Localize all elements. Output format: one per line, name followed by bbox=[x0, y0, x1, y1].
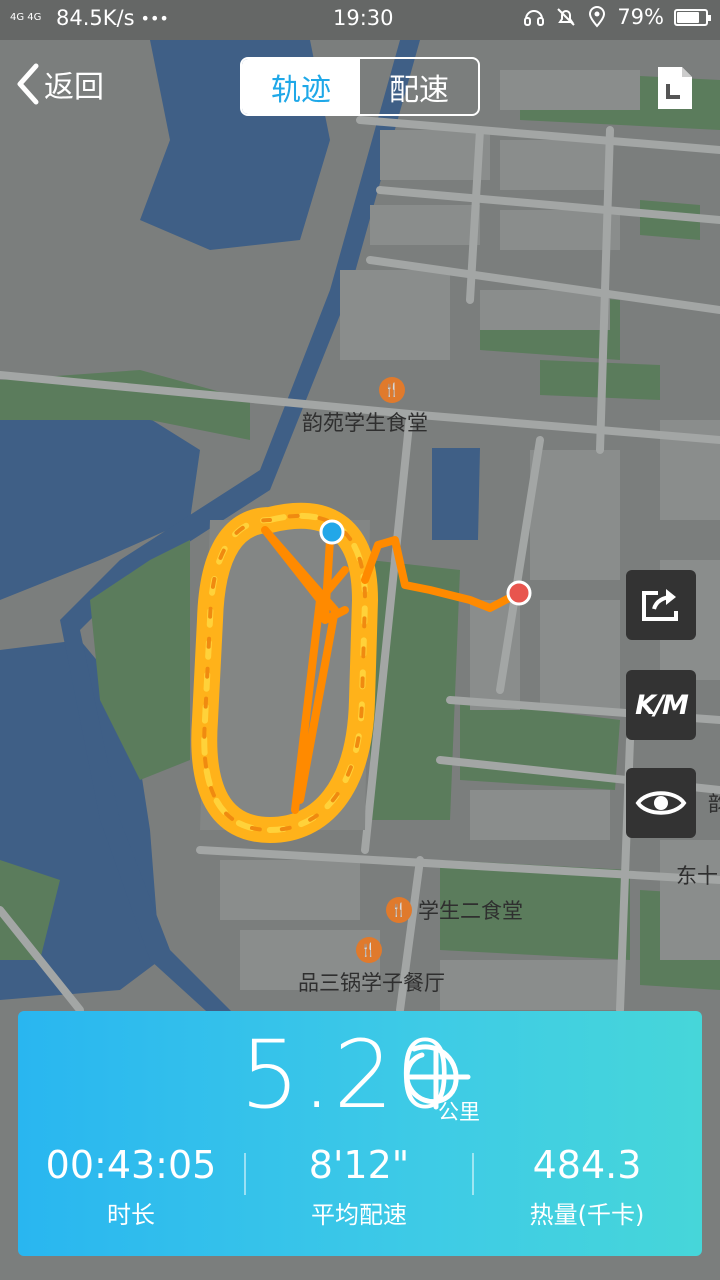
record-list-icon[interactable] bbox=[654, 64, 696, 116]
route-end-marker bbox=[506, 580, 532, 606]
poi-label: 韵苑学生食堂 bbox=[302, 411, 428, 435]
poi-label: 品三锅学子餐厅 bbox=[298, 971, 445, 995]
headset-icon bbox=[524, 10, 545, 26]
restaurant-icon: 🍴 bbox=[386, 897, 412, 923]
clock: 19:30 bbox=[333, 6, 394, 30]
calories-label: 热量(千卡) bbox=[529, 1200, 645, 1229]
network-indicator: 4G 4G bbox=[10, 12, 42, 23]
map-edge-label: 韵 bbox=[708, 792, 720, 816]
distance-unit: 公里 bbox=[438, 1100, 480, 1124]
poi-pinsanguo-restaurant[interactable]: 🍴 品三锅学子餐厅 bbox=[298, 937, 445, 997]
duration-value: 00:43:05 bbox=[45, 1143, 217, 1187]
location-icon bbox=[589, 6, 606, 28]
poi-yunyuan-canteen[interactable]: 🍴 韵苑学生食堂 bbox=[302, 377, 428, 437]
back-button[interactable]: 返回 bbox=[14, 62, 104, 106]
avg-pace-label: 平均配速 bbox=[311, 1200, 407, 1229]
back-label: 返回 bbox=[44, 70, 104, 105]
chevron-left-icon bbox=[17, 63, 39, 105]
network-speed: 84.5K/s bbox=[56, 6, 135, 30]
eye-icon bbox=[635, 791, 687, 815]
route-start-marker bbox=[319, 519, 345, 545]
unit-label: K/M bbox=[635, 689, 689, 721]
unit-toggle-button[interactable]: K/M bbox=[626, 670, 696, 740]
poi-second-canteen[interactable]: 🍴 学生二食堂 bbox=[386, 895, 523, 925]
duration-label: 时长 bbox=[107, 1200, 155, 1229]
calories-value: 484.3 bbox=[532, 1143, 642, 1187]
stat-duration: 00:43:05 时长 bbox=[18, 1143, 244, 1230]
stat-avg-pace: 8'12" 平均配速 bbox=[246, 1143, 472, 1230]
stat-calories: 484.3 热量(千卡) bbox=[474, 1143, 700, 1230]
status-bar: 4G 4G 84.5K/s ••• 19:30 79% bbox=[0, 0, 720, 38]
visibility-button[interactable] bbox=[626, 768, 696, 838]
pond bbox=[432, 448, 480, 540]
view-toggle: 轨迹 配速 bbox=[240, 57, 480, 116]
battery-percent: 79% bbox=[617, 5, 664, 29]
tab-pace[interactable]: 配速 bbox=[360, 59, 478, 114]
more-dots: ••• bbox=[140, 8, 169, 28]
map-edge-label: 东十 bbox=[676, 864, 718, 888]
restaurant-icon: 🍴 bbox=[379, 377, 405, 403]
share-button[interactable] bbox=[626, 570, 696, 640]
avg-pace-value: 8'12" bbox=[308, 1143, 410, 1187]
mute-bell-icon bbox=[557, 8, 576, 26]
run-summary-card: 5.20 公里 00:43:05 时长 8'12" 平均配速 484.3 热量(… bbox=[18, 1011, 702, 1256]
share-icon bbox=[642, 589, 678, 621]
poi-label: 学生二食堂 bbox=[418, 899, 523, 923]
tab-track[interactable]: 轨迹 bbox=[242, 59, 360, 114]
restaurant-icon: 🍴 bbox=[355, 937, 382, 963]
battery-icon bbox=[674, 8, 711, 26]
